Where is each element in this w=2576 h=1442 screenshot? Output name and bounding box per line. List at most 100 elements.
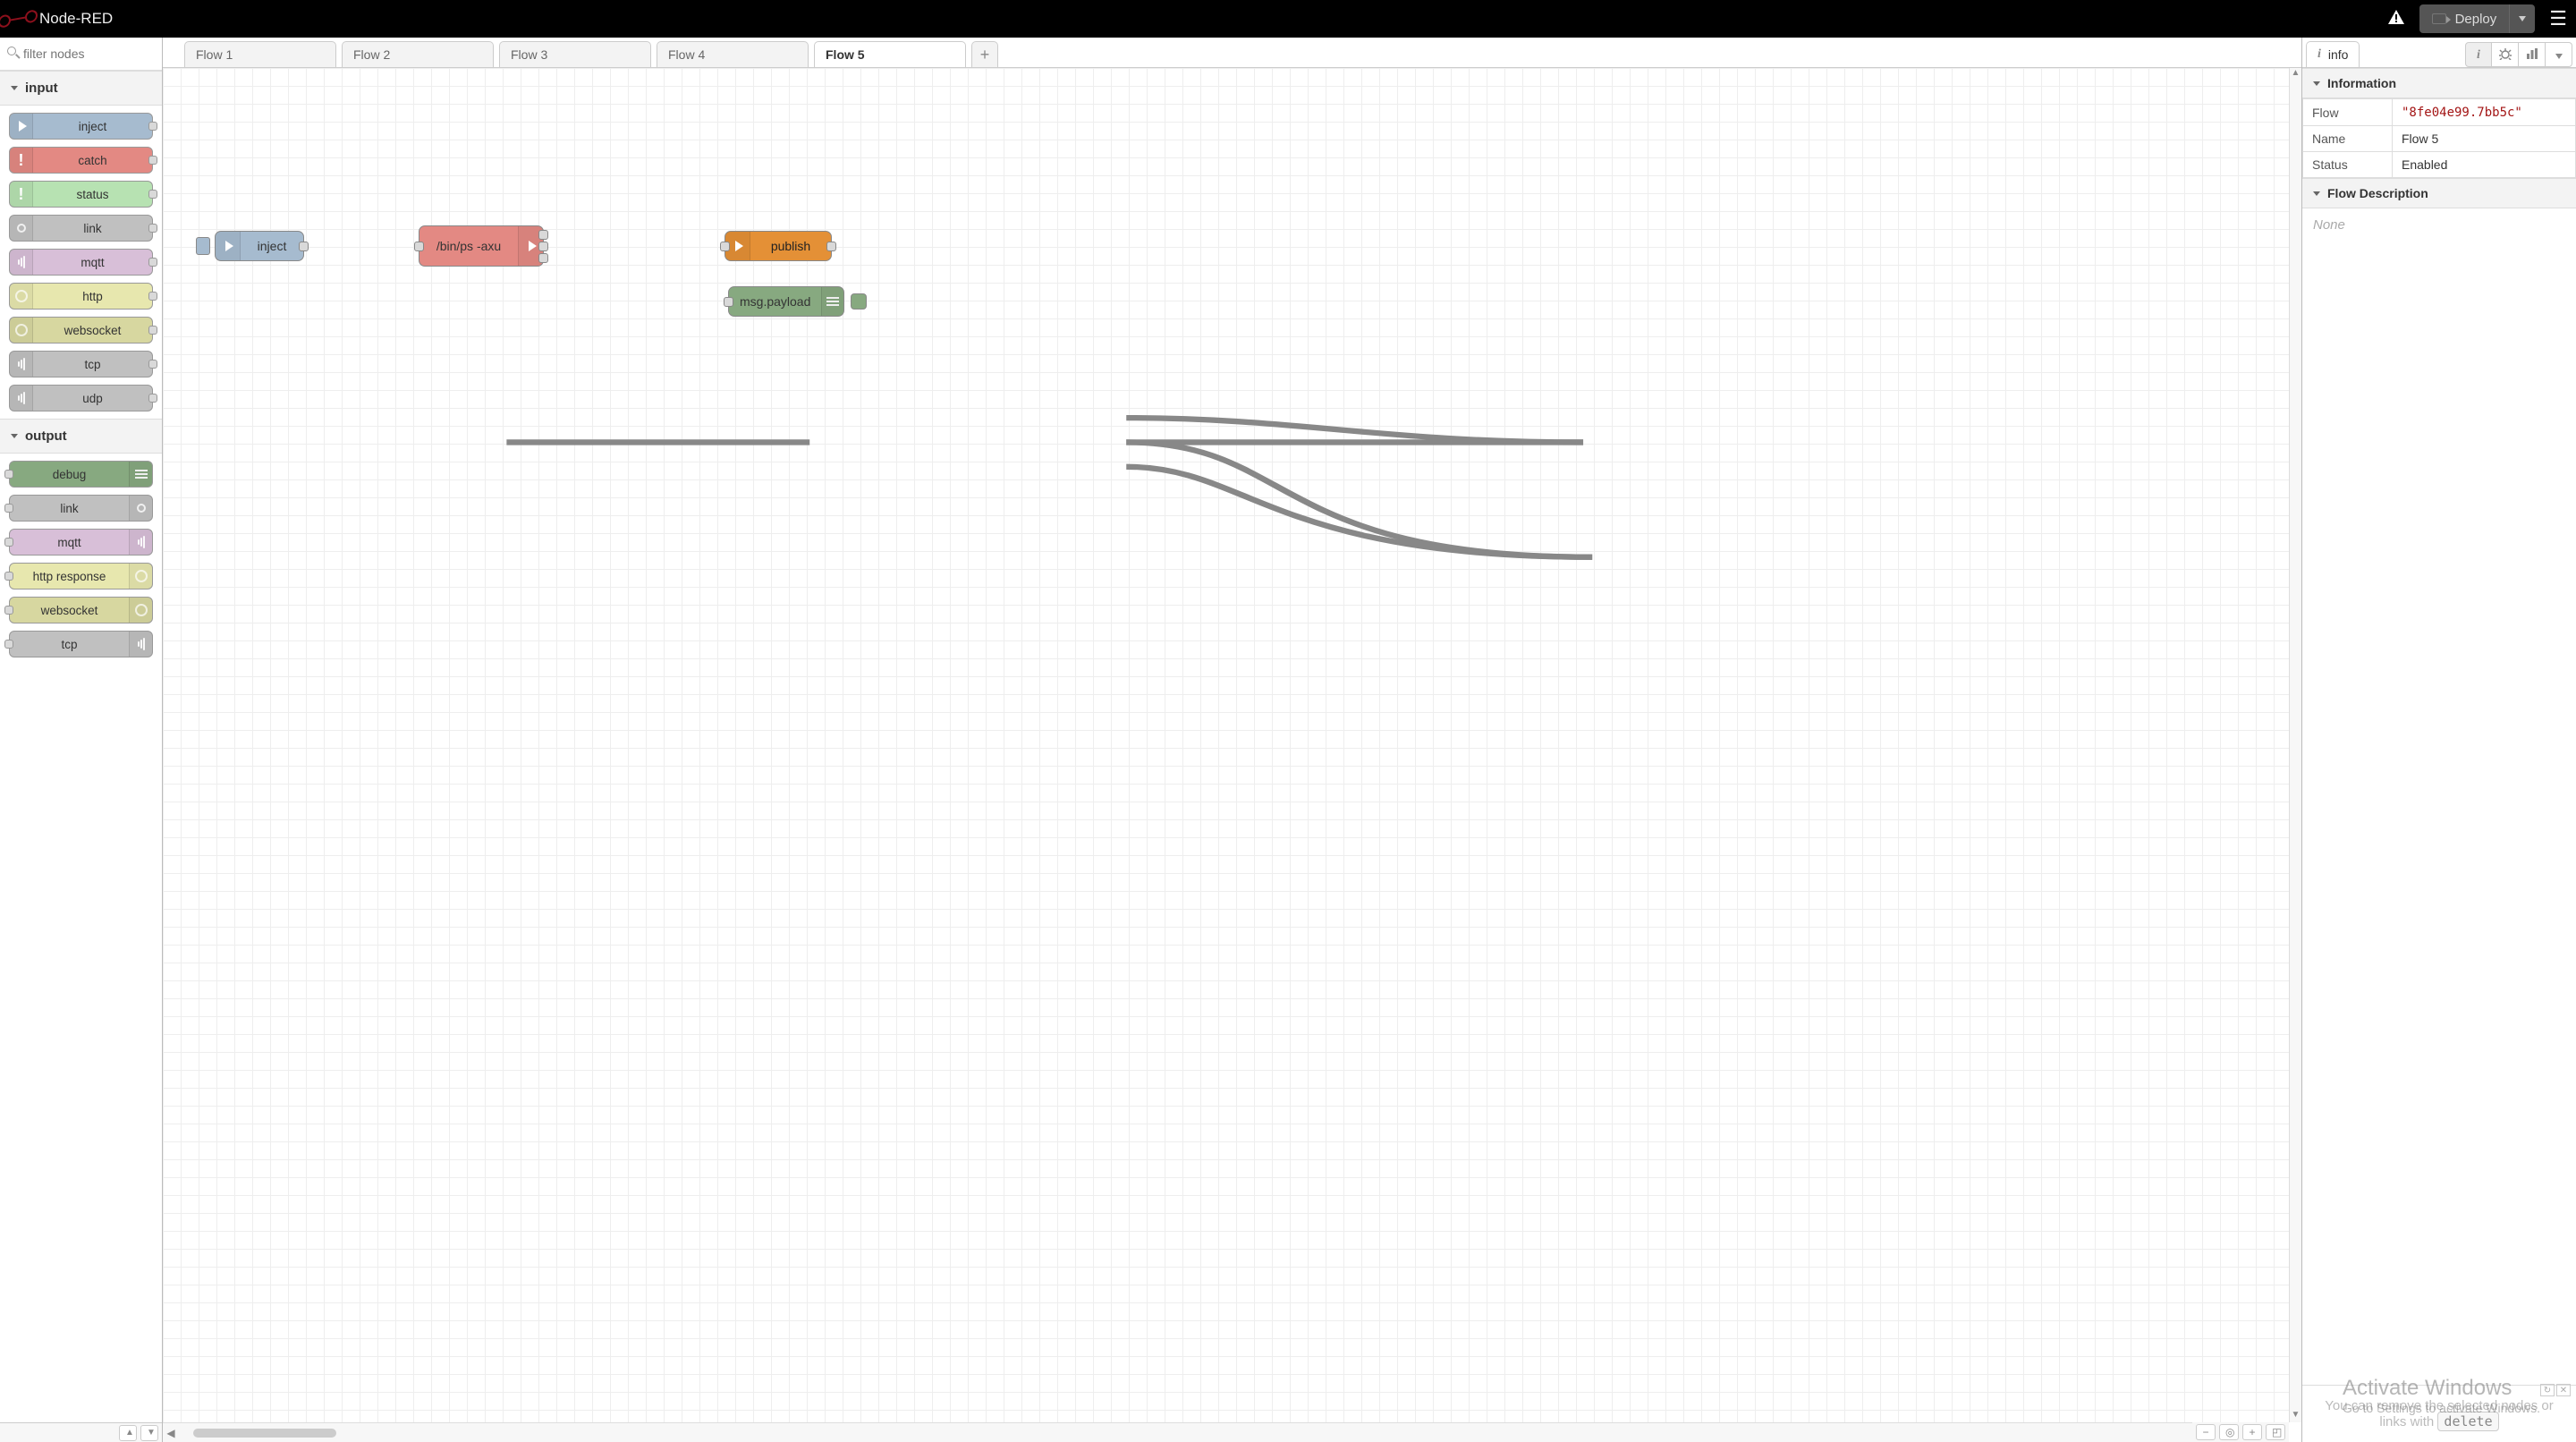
scroll-thumb[interactable]: [193, 1429, 336, 1438]
palette-node-inject[interactable]: inject: [9, 113, 153, 140]
globe-icon: [10, 318, 33, 343]
sidebar-dashboard-button[interactable]: [2519, 42, 2546, 67]
flow-node-exec[interactable]: /bin/ps -axu: [419, 225, 544, 267]
palette-node-tcp-out[interactable]: tcp: [9, 631, 153, 657]
node-port: [4, 640, 13, 649]
globe-icon: [129, 598, 152, 623]
zoom-out-button[interactable]: −: [2196, 1424, 2216, 1440]
flow-id-value: "8fe04e99.7bb5c": [2402, 106, 2522, 120]
palette-panel: input inject ! catch ! status: [0, 38, 163, 1442]
table-row: Flow "8fe04e99.7bb5c": [2303, 99, 2576, 126]
palette-node-link-out[interactable]: link: [9, 495, 153, 522]
zoom-reset-button[interactable]: ◎: [2219, 1424, 2239, 1440]
zoom-in-button[interactable]: +: [2242, 1424, 2262, 1440]
node-input-port[interactable]: [414, 242, 424, 251]
flow-tab[interactable]: Flow 4: [657, 41, 809, 67]
palette-collapse-up-button[interactable]: ▲: [119, 1425, 137, 1441]
palette-node-tcp-in[interactable]: tcp: [9, 351, 153, 377]
palette-category-output[interactable]: output: [0, 419, 162, 454]
flow-name-value: Flow 5: [2393, 126, 2576, 152]
node-port: [4, 470, 13, 479]
sidebar-info-button[interactable]: i: [2465, 42, 2492, 67]
link-icon: [129, 496, 152, 521]
palette-node-udp-in[interactable]: udp: [9, 385, 153, 411]
palette-node-http-response[interactable]: http response: [9, 563, 153, 590]
canvas-vertical-scrollbar[interactable]: ▲ ▼: [2289, 68, 2301, 1422]
node-port: [148, 122, 157, 131]
node-input-port[interactable]: [720, 242, 730, 251]
flow-tabs: Flow 1 Flow 2 Flow 3 Flow 4 Flow 5 +: [163, 38, 2301, 68]
node-input-port[interactable]: [724, 297, 733, 307]
node-port: [148, 394, 157, 403]
flow-description-body: None: [2302, 208, 2576, 1385]
keyboard-key: delete: [2437, 1412, 2498, 1431]
alert-icon: !: [10, 182, 33, 207]
flow-canvas[interactable]: inject /bin/ps -axu publish: [163, 68, 2289, 1422]
node-port: [148, 224, 157, 233]
main-menu-icon[interactable]: ☰: [2549, 7, 2567, 30]
sidebar-section-information[interactable]: Information: [2302, 68, 2576, 98]
node-port: [148, 258, 157, 267]
radio-icon: [10, 352, 33, 377]
flow-tab[interactable]: Flow 1: [184, 41, 336, 67]
notifications-warning-icon[interactable]: [2387, 9, 2405, 30]
palette-node-catch[interactable]: ! catch: [9, 147, 153, 174]
palette-node-mqtt-out[interactable]: mqtt: [9, 529, 153, 556]
radio-icon: [129, 530, 152, 555]
palette-collapse-down-button[interactable]: ▼: [140, 1425, 158, 1441]
deploy-label: Deploy: [2455, 12, 2497, 27]
tip-refresh-button[interactable]: ↻: [2540, 1384, 2555, 1396]
node-output-port[interactable]: [538, 253, 548, 263]
debug-icon: [129, 462, 152, 487]
palette-node-status[interactable]: ! status: [9, 181, 153, 208]
workspace: Flow 1 Flow 2 Flow 3 Flow 4 Flow 5 +: [163, 38, 2302, 1442]
scroll-left-icon[interactable]: ◀: [163, 1427, 179, 1439]
scroll-up-icon[interactable]: ▲: [2290, 68, 2301, 81]
sidebar-menu-caret[interactable]: [2546, 42, 2572, 67]
palette-scroll[interactable]: input inject ! catch ! status: [0, 71, 162, 1422]
add-flow-tab-button[interactable]: +: [971, 41, 998, 67]
alert-icon: !: [10, 148, 33, 173]
flow-status-value: Enabled: [2393, 152, 2576, 178]
palette-node-link-in[interactable]: link: [9, 215, 153, 242]
sidebar-panel: i info i Information Flow "8fe04e99.7bb5…: [2302, 38, 2576, 1442]
wires-layer: [163, 68, 2289, 1422]
palette-node-http-in[interactable]: http: [9, 283, 153, 310]
flow-tab-active[interactable]: Flow 5: [814, 41, 966, 67]
sidebar-tab-info[interactable]: i info: [2306, 41, 2360, 67]
app-title: Node-RED: [39, 10, 113, 28]
flow-tab[interactable]: Flow 3: [499, 41, 651, 67]
palette-node-debug[interactable]: debug: [9, 461, 153, 488]
deploy-menu-caret[interactable]: [2509, 4, 2535, 33]
palette-filter-input[interactable]: [7, 43, 155, 64]
inject-trigger-button[interactable]: [196, 237, 210, 255]
node-port: [148, 326, 157, 335]
table-row: Status Enabled: [2303, 152, 2576, 178]
tip-close-button[interactable]: ✕: [2556, 1384, 2571, 1396]
info-icon: i: [2318, 47, 2321, 62]
node-output-port[interactable]: [538, 230, 548, 240]
inject-icon: [10, 114, 33, 139]
canvas-horizontal-scrollbar[interactable]: ◀ ▶: [163, 1422, 2289, 1442]
app-logo: [9, 18, 27, 20]
node-output-port[interactable]: [826, 242, 836, 251]
palette-node-mqtt-in[interactable]: mqtt: [9, 249, 153, 276]
table-row: Name Flow 5: [2303, 126, 2576, 152]
radio-icon: [10, 386, 33, 411]
palette-category-input[interactable]: input: [0, 71, 162, 106]
flow-node-mqtt-publish[interactable]: publish: [724, 231, 832, 261]
deploy-button[interactable]: Deploy: [2419, 4, 2536, 33]
node-port: [4, 538, 13, 547]
node-output-port[interactable]: [299, 242, 309, 251]
palette-node-websocket-in[interactable]: websocket: [9, 317, 153, 344]
node-output-port[interactable]: [538, 242, 548, 251]
flow-tab[interactable]: Flow 2: [342, 41, 494, 67]
scroll-down-icon[interactable]: ▼: [2290, 1410, 2301, 1422]
flow-node-debug[interactable]: msg.payload: [728, 286, 844, 317]
sidebar-section-description[interactable]: Flow Description: [2302, 178, 2576, 208]
toggle-navigator-button[interactable]: ◰: [2266, 1424, 2285, 1440]
sidebar-debug-button[interactable]: [2492, 42, 2519, 67]
flow-node-inject[interactable]: inject: [215, 231, 304, 261]
palette-node-websocket-out[interactable]: websocket: [9, 597, 153, 623]
debug-toggle-button[interactable]: [851, 293, 867, 310]
